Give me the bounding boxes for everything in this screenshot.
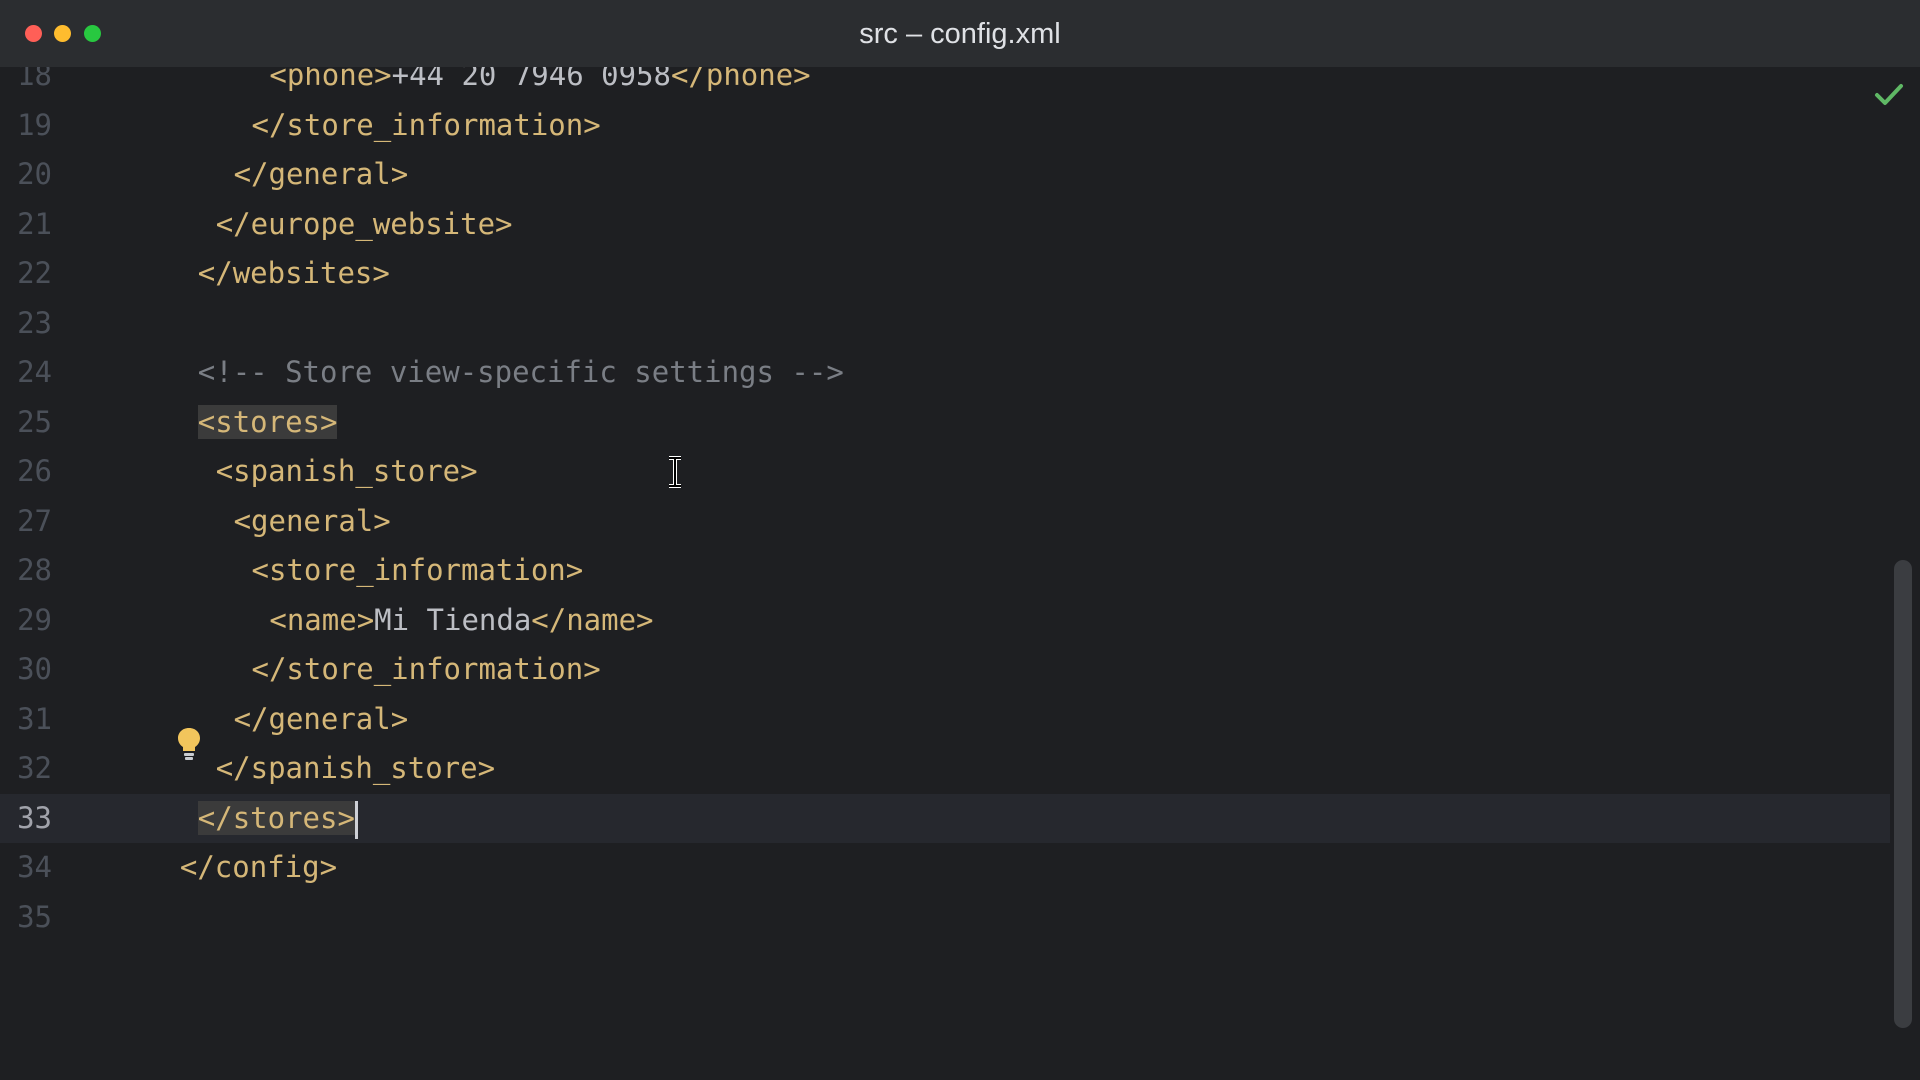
line-number[interactable]: 28	[0, 546, 52, 596]
code-tag: </stores>	[197, 800, 355, 835]
line-number[interactable]: 27	[0, 497, 52, 547]
code-tag: </spanish_store>	[215, 751, 496, 785]
window-title: src – config.xml	[859, 18, 1061, 50]
code-line[interactable]: 18 <phone>+44 20 7946 0958</phone>	[0, 67, 1890, 101]
code-line[interactable]: 25 <stores>	[0, 398, 1890, 448]
code-tag: </websites>	[197, 256, 390, 290]
line-number[interactable]: 24	[0, 348, 52, 398]
code-text[interactable]: <spanish_store>	[216, 447, 478, 497]
code-text[interactable]: <general>	[234, 497, 391, 547]
code-line[interactable]: 34 </config>	[0, 843, 1890, 893]
code-comment: <!-- Store view-specific settings -->	[197, 355, 844, 389]
text-caret	[354, 800, 358, 839]
line-number[interactable]: 29	[0, 596, 52, 646]
code-tag: <spanish_store>	[215, 454, 478, 488]
code-tag: <phone>	[269, 67, 392, 92]
line-number[interactable]: 19	[0, 101, 52, 151]
code-line[interactable]: 26 <spanish_store>	[0, 447, 1890, 497]
code-line[interactable]: 32 </spanish_store>	[0, 744, 1890, 794]
code-text[interactable]: </websites>	[198, 249, 390, 299]
code-tag: <stores>	[197, 404, 338, 439]
code-editor[interactable]: 18 <phone>+44 20 7946 0958</phone> 19 </sto…	[0, 67, 1920, 1080]
line-number[interactable]: 21	[0, 200, 52, 250]
line-number[interactable]: 25	[0, 398, 52, 448]
code-line[interactable]: 24 <!-- Store view-specific settings -->	[0, 348, 1890, 398]
line-number[interactable]: 26	[0, 447, 52, 497]
code-tag: </name>	[531, 602, 654, 637]
line-number[interactable]: 23	[0, 299, 52, 349]
code-line[interactable]: 31 </general>	[0, 695, 1890, 745]
code-text[interactable]: <stores>	[197, 398, 338, 448]
code-line[interactable]: 21 </europe_website>	[0, 200, 1890, 250]
code-text[interactable]: <name>Mi Tienda</name>	[269, 596, 653, 646]
scrollbar-thumb[interactable]	[1894, 560, 1912, 1028]
code-tag: </general>	[233, 701, 409, 736]
code-text[interactable]: </stores>	[197, 794, 358, 844]
code-text[interactable]: </spanish_store>	[216, 744, 495, 794]
line-number[interactable]: 30	[0, 645, 52, 695]
code-line[interactable]: 35	[0, 893, 1890, 943]
code-line[interactable]: 23	[0, 299, 1890, 349]
code-tag: <store_information>	[251, 553, 584, 587]
code-text[interactable]: </config>	[180, 843, 337, 893]
code-tag: </store_information>	[251, 107, 601, 142]
line-number[interactable]: 34	[0, 843, 52, 893]
code-line[interactable]: 29 <name>Mi Tienda</name>	[0, 596, 1890, 646]
line-number[interactable]: 35	[0, 893, 52, 943]
title-bar: src – config.xml	[0, 0, 1920, 67]
lightbulb-icon[interactable]	[177, 727, 201, 761]
code-tag: </store_information>	[251, 652, 601, 686]
code-tag: </config>	[179, 850, 338, 884]
ide-window: src – config.xml 18 <phone>+44 20 7946 09…	[0, 0, 1920, 1080]
code-line[interactable]: 27 <general>	[0, 497, 1890, 547]
line-number[interactable]: 20	[0, 150, 52, 200]
code-line[interactable]: 28 <store_information>	[0, 546, 1890, 596]
line-number[interactable]: 22	[0, 249, 52, 299]
line-number[interactable]: 18	[0, 67, 52, 101]
code-value: +44 20 7946 0958	[391, 67, 671, 92]
code-value: Mi Tienda	[374, 602, 532, 637]
line-number[interactable]: 31	[0, 695, 52, 745]
code-text[interactable]: </store_information>	[252, 101, 601, 151]
code-text[interactable]: <store_information>	[252, 546, 584, 596]
code-text[interactable]: </europe_website>	[216, 200, 513, 250]
code-tag: <general>	[233, 503, 391, 538]
code-text[interactable]: <phone>+44 20 7946 0958</phone>	[269, 67, 810, 101]
code-tag: <name>	[269, 602, 375, 637]
code-line[interactable]: 20 </general>	[0, 150, 1890, 200]
code-line[interactable]: 19 </store_information>	[0, 101, 1890, 151]
code-line[interactable]: 30 </store_information>	[0, 645, 1890, 695]
code-text[interactable]: <!-- Store view-specific settings -->	[198, 348, 844, 398]
line-number[interactable]: 32	[0, 744, 52, 794]
text-cursor-icon	[669, 456, 681, 488]
code-tag: </europe_website>	[215, 206, 513, 241]
code-text[interactable]: </general>	[234, 150, 409, 200]
code-line[interactable]: 33 </stores>	[0, 793, 1890, 844]
code-text[interactable]: </general>	[234, 695, 409, 745]
code-tag: </phone>	[670, 67, 811, 92]
line-number[interactable]: 33	[0, 794, 52, 844]
code-tag: </general>	[233, 157, 409, 191]
code-line[interactable]: 22 </websites>	[0, 249, 1890, 299]
code-text[interactable]: </store_information>	[252, 645, 601, 695]
